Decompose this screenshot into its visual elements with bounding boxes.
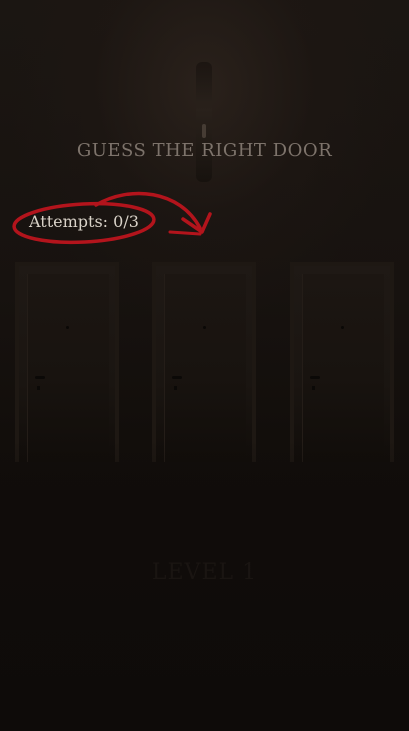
door-lock-icon <box>174 386 177 390</box>
annotation-arrowhead-icon <box>181 212 212 234</box>
attempts-counter: Attempts: 0/3 <box>29 212 139 231</box>
door-handle-icon <box>35 376 45 379</box>
door-peephole <box>341 326 344 329</box>
door-middle[interactable] <box>152 262 256 462</box>
door-peephole <box>203 326 206 329</box>
floor-shadow <box>0 440 409 731</box>
door-lock-icon <box>312 386 315 390</box>
door-lock-icon <box>37 386 40 390</box>
door-peephole <box>66 326 69 329</box>
ceiling-light <box>196 62 212 182</box>
door-right[interactable] <box>290 262 394 462</box>
door-left[interactable] <box>15 262 119 462</box>
level-indicator: LEVEL 1 <box>151 560 258 585</box>
annotation-tail-icon <box>168 230 202 236</box>
game-title: GUESS THE RIGHT DOOR <box>76 140 333 161</box>
door-handle-icon <box>172 376 182 379</box>
door-handle-icon <box>310 376 320 379</box>
game-scene: GUESS THE RIGHT DOOR Attempts: 0/3 LEVEL… <box>0 0 409 731</box>
